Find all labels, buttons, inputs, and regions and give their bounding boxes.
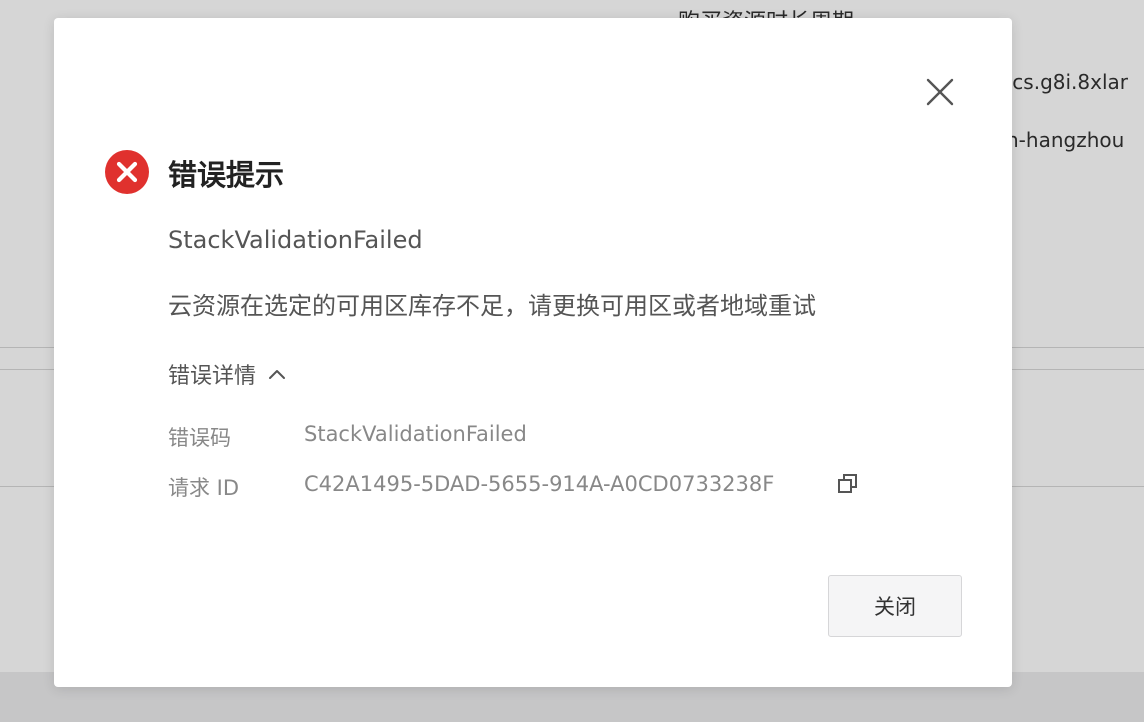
- request-id-value: C42A1495-5DAD-5655-914A-A0CD0733238F: [304, 472, 775, 496]
- close-button[interactable]: 关闭: [828, 575, 962, 637]
- error-code-label: 错误码: [168, 426, 231, 450]
- dialog-title: 错误提示: [168, 158, 285, 192]
- chevron-up-icon: [269, 370, 286, 379]
- close-icon[interactable]: [922, 74, 958, 110]
- copy-icon[interactable]: [836, 472, 860, 496]
- error-message: 云资源在选定的可用区库存不足，请更换可用区或者地域重试: [168, 292, 816, 320]
- error-icon: [104, 149, 150, 195]
- details-toggle-label: 错误详情: [168, 364, 257, 389]
- error-code-value: StackValidationFailed: [304, 422, 527, 446]
- request-id-label: 请求 ID: [168, 476, 240, 500]
- error-name: StackValidationFailed: [168, 226, 423, 254]
- error-details-toggle[interactable]: 错误详情: [168, 358, 286, 390]
- error-dialog: 错误提示 StackValidationFailed 云资源在选定的可用区库存不…: [54, 18, 1012, 687]
